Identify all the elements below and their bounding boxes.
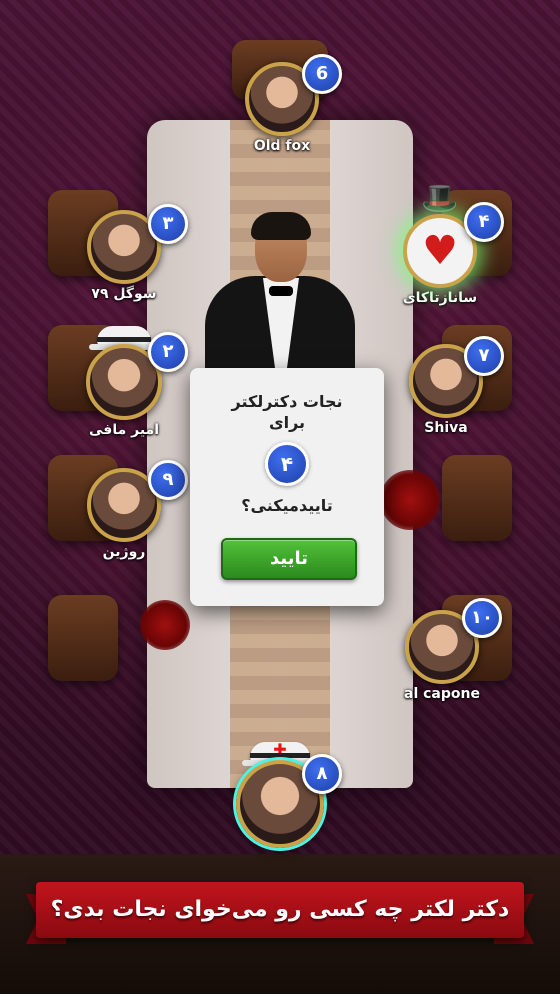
player-name: روژین xyxy=(102,544,146,560)
chair xyxy=(48,595,118,681)
player-slot[interactable]: ۳ سوگل ۷۹ xyxy=(64,204,188,302)
dialog-question: تاییدمیکنی؟ xyxy=(241,496,333,515)
player-name: سانازتاکای xyxy=(402,290,478,306)
player-name: Shiva xyxy=(424,420,468,436)
narrator-character xyxy=(205,212,355,386)
heart-bandage-icon: ♥ xyxy=(422,228,458,274)
dialog-title: نجات دکترلکتر xyxy=(231,392,343,411)
seat-number-badge: ۱۰ xyxy=(462,598,502,638)
player-name: سوگل ۷۹ xyxy=(91,286,157,302)
player-name: امیر مافی xyxy=(88,422,160,438)
prompt-banner: دکتر لکتر چه کسی رو می‌خوای نجات بدی؟ xyxy=(26,872,534,952)
player-slot[interactable]: ۹ روژین xyxy=(64,460,188,560)
confirm-save-dialog: نجات دکترلکتر برای ۴ تاییدمیکنی؟ تایید xyxy=(190,368,384,606)
confirm-button[interactable]: تایید xyxy=(221,538,357,580)
seat-number-badge: ۷ xyxy=(464,336,504,376)
dialog-subtitle: برای xyxy=(268,413,306,432)
fedora-hat-icon: 🎩 xyxy=(421,181,459,216)
player-name: al capone xyxy=(404,686,480,702)
mafia-hat-icon xyxy=(89,326,159,350)
target-number-badge: ۴ xyxy=(265,442,309,486)
seat-number-badge: ۴ xyxy=(464,202,504,242)
banner-text: دکتر لکتر چه کسی رو می‌خوای نجات بدی؟ xyxy=(50,897,510,922)
blood-splatter xyxy=(380,470,440,530)
seat-number-badge: ۸ xyxy=(302,754,342,794)
player-slot[interactable]: 6 Old fox xyxy=(222,54,342,154)
chair xyxy=(442,455,512,541)
player-name: Old fox xyxy=(253,138,311,154)
seat-number-badge: ۲ xyxy=(148,332,188,372)
player-slot[interactable]: ۱۰ al capone xyxy=(382,598,502,702)
seat-number-badge: ۹ xyxy=(148,460,188,500)
player-slot[interactable]: 🎩 ♥ ۴ سانازتاکای xyxy=(380,184,504,306)
player-slot-self[interactable]: ✚ ۸ xyxy=(220,740,342,850)
player-slot[interactable]: ۷ Shiva xyxy=(386,336,506,436)
player-slot[interactable]: ۲ امیر مافی xyxy=(64,326,188,438)
doctor-hat-icon: ✚ xyxy=(242,740,318,766)
seat-number-badge: ۳ xyxy=(148,204,188,244)
seat-number-badge: 6 xyxy=(302,54,342,94)
blood-splatter xyxy=(140,600,190,650)
